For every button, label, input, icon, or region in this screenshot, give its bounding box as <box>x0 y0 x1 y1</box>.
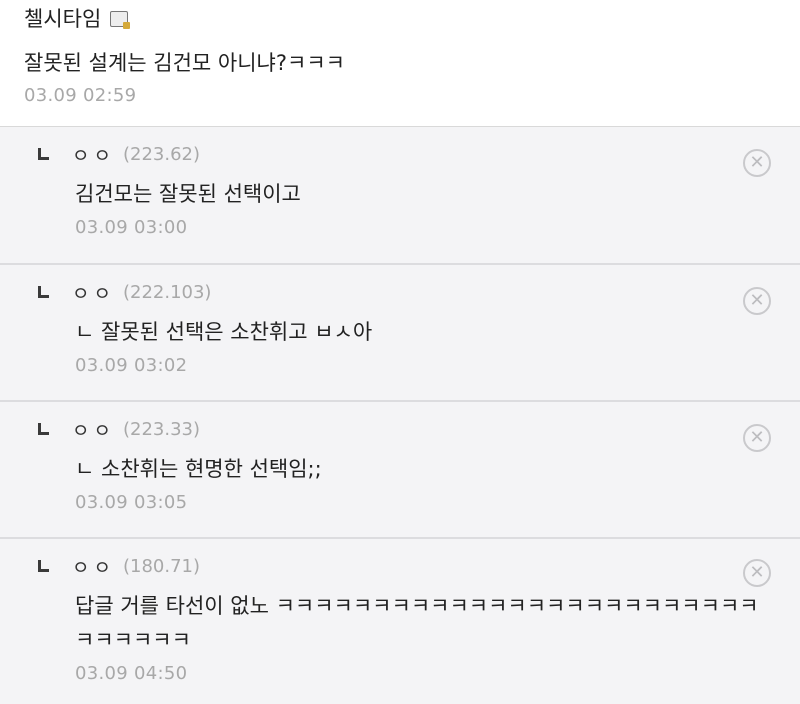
reply-author[interactable]: ㅇㅇ <box>72 553 115 580</box>
reply-text: ㄴ 잘못된 선택은 소찬휘고 ㅂㅅ아 <box>75 320 373 344</box>
comment-date: 03.09 02:59 <box>24 85 137 106</box>
main-comment: 첼시타임 잘못된 설계는 김건모 아니냐?ㅋㅋㅋ 03.09 02:59 <box>0 0 800 127</box>
reply-text: ㄴ 소찬휘는 현명한 선택임;; <box>75 457 322 481</box>
circle-x-icon: ✕ <box>749 562 765 583</box>
reply-header: ㅇㅇ (223.33) <box>38 414 800 444</box>
author-nickname[interactable]: 첼시타임 <box>24 4 101 34</box>
reply-arrow-icon <box>38 148 49 160</box>
gallery-nick-icon <box>110 11 131 29</box>
reply-author[interactable]: ㅇㅇ <box>72 141 115 168</box>
reply-item: ㅇㅇ (223.62) 김건모는 잘못된 선택이고 03.09 03:00 ✕ <box>0 127 800 265</box>
delete-reply-button[interactable]: ✕ <box>743 424 771 452</box>
reply-ip: (180.71) <box>122 555 200 577</box>
reply-date: 03.09 03:00 <box>75 217 188 238</box>
circle-x-icon: ✕ <box>749 152 765 173</box>
reply-item: ㅇㅇ (223.33) ㄴ 소찬휘는 현명한 선택임;; 03.09 03:05… <box>0 402 800 539</box>
reply-author[interactable]: ㅇㅇ <box>72 416 115 443</box>
delete-reply-button[interactable]: ✕ <box>743 287 771 315</box>
comment-author[interactable]: 첼시타임 <box>24 4 800 34</box>
reply-ip: (223.33) <box>122 418 200 440</box>
delete-reply-button[interactable]: ✕ <box>743 559 771 587</box>
reply-author[interactable]: ㅇㅇ <box>72 279 115 306</box>
comment-text: 잘못된 설계는 김건모 아니냐?ㅋㅋㅋ <box>24 51 345 75</box>
reply-header: ㅇㅇ (222.103) <box>38 277 800 307</box>
delete-reply-button[interactable]: ✕ <box>743 149 771 177</box>
reply-header: ㅇㅇ (223.62) <box>38 139 800 169</box>
reply-arrow-icon <box>38 560 49 572</box>
reply-item: ㅇㅇ (222.103) ㄴ 잘못된 선택은 소찬휘고 ㅂㅅ아 03.09 03… <box>0 265 800 402</box>
reply-ip: (222.103) <box>122 281 212 303</box>
reply-arrow-icon <box>38 286 49 298</box>
reply-date: 03.09 04:50 <box>75 663 188 684</box>
reply-item: ㅇㅇ (180.71) 답글 거를 타선이 없노 ㅋㅋㅋㅋㅋㅋㅋㅋㅋㅋㅋㅋㅋㅋㅋ… <box>0 539 800 704</box>
circle-x-icon: ✕ <box>749 427 765 448</box>
reply-arrow-icon <box>38 423 49 435</box>
reply-text: 답글 거를 타선이 없노 ㅋㅋㅋㅋㅋㅋㅋㅋㅋㅋㅋㅋㅋㅋㅋㅋㅋㅋㅋㅋㅋㅋㅋㅋㅋㅋㅋ… <box>75 594 759 652</box>
reply-header: ㅇㅇ (180.71) <box>38 551 800 581</box>
reply-date: 03.09 03:02 <box>75 355 188 376</box>
circle-x-icon: ✕ <box>749 290 765 311</box>
reply-date: 03.09 03:05 <box>75 492 188 513</box>
reply-ip: (223.62) <box>122 143 200 165</box>
reply-text: 김건모는 잘못된 선택이고 <box>75 182 301 206</box>
